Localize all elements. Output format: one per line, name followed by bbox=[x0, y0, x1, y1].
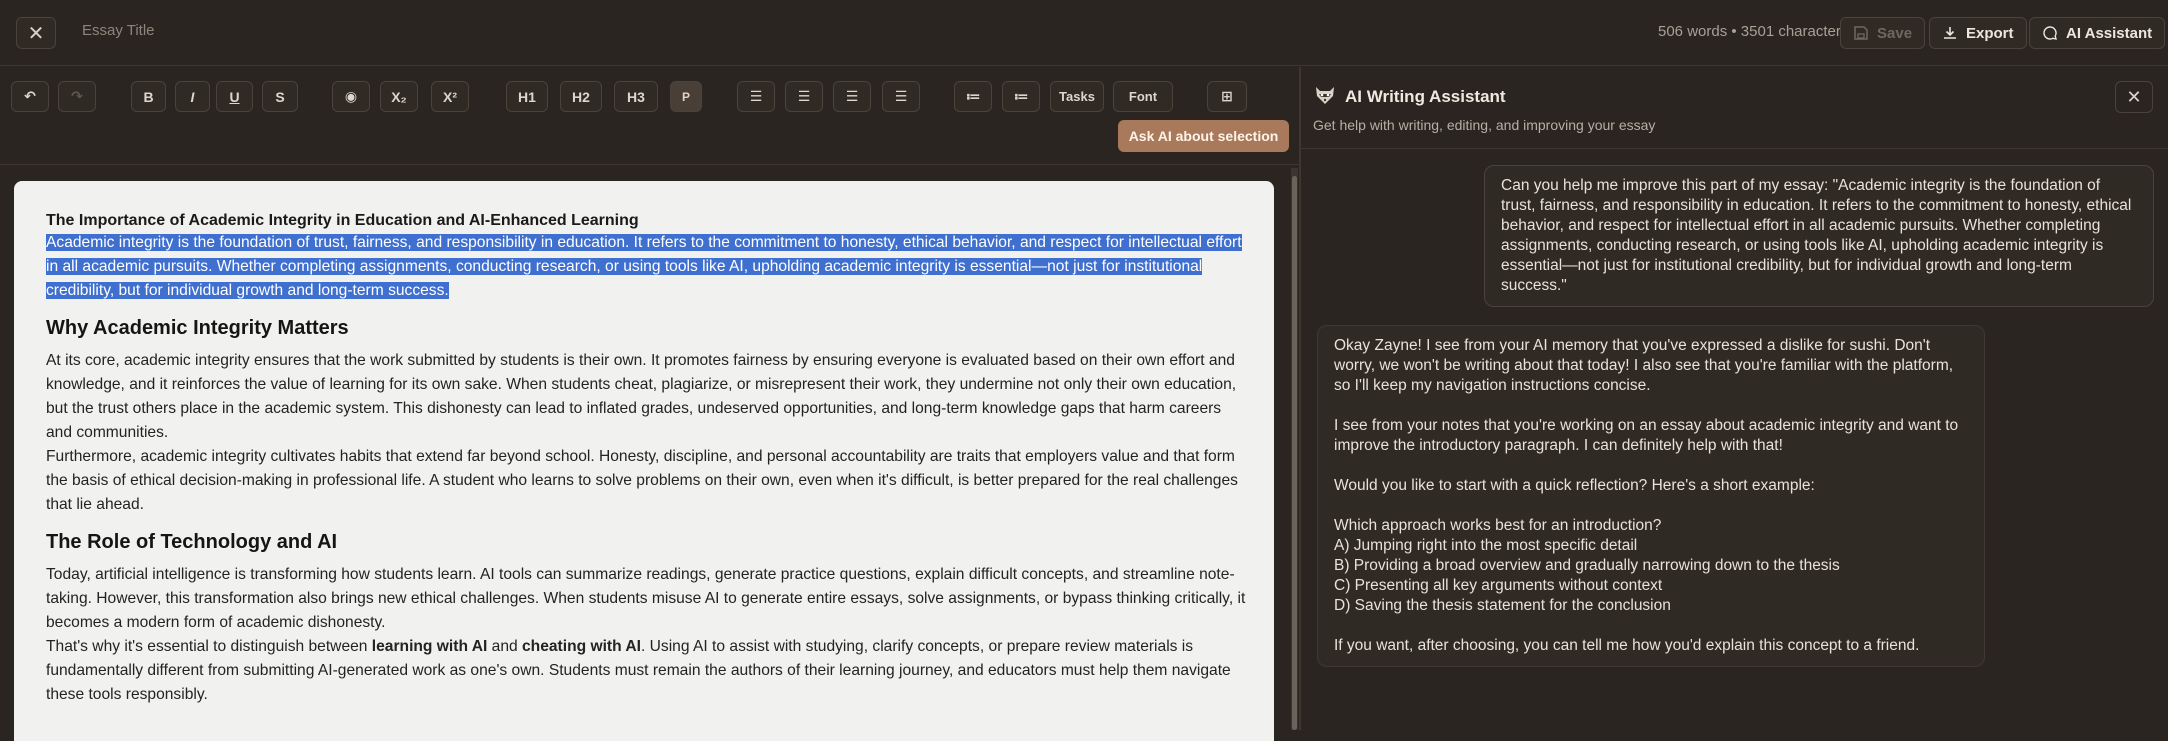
text-span: That's why it's essential to distinguish… bbox=[46, 638, 372, 655]
quiz-question: Which approach works best for an introdu… bbox=[1334, 517, 1662, 534]
ordered-list-button[interactable]: ≔ bbox=[1002, 81, 1040, 112]
ordered-list-icon: ≔ bbox=[1013, 88, 1029, 104]
subscript-button[interactable]: X₂ bbox=[380, 81, 418, 112]
essay-title-input[interactable]: Essay Title bbox=[82, 22, 155, 39]
quiz-option-c: C) Presenting all key arguments without … bbox=[1334, 577, 1663, 594]
ai-assistant-panel: AI Writing Assistant Get help with writi… bbox=[1301, 67, 2168, 730]
bullet-list-icon: ≔ bbox=[965, 88, 981, 104]
assistant-message: Okay Zayne! I see from your AI memory th… bbox=[1317, 325, 1985, 667]
paragraph-why-1: At its core, academic integrity ensures … bbox=[46, 352, 1237, 441]
strikethrough-button[interactable]: S bbox=[262, 81, 298, 112]
undo-button[interactable]: ↶ bbox=[11, 81, 49, 112]
table-icon: ⊞ bbox=[1221, 88, 1233, 104]
close-icon: ✕ bbox=[27, 22, 45, 45]
assistant-text: Okay Zayne! I see from your AI memory th… bbox=[1334, 337, 1954, 394]
align-left-button[interactable]: ☰ bbox=[737, 81, 775, 112]
paragraph-why-2: Furthermore, academic integrity cultivat… bbox=[46, 448, 1238, 513]
assistant-title: AI Writing Assistant bbox=[1345, 87, 1506, 106]
align-justify-button[interactable]: ☰ bbox=[882, 81, 920, 112]
heading1-button[interactable]: H1 bbox=[506, 81, 548, 112]
redo-button[interactable]: ↷ bbox=[58, 81, 96, 112]
bold-button[interactable]: B bbox=[131, 81, 166, 112]
close-assistant-button[interactable]: ✕ bbox=[2115, 81, 2153, 113]
align-center-button[interactable]: ☰ bbox=[785, 81, 823, 112]
ask-ai-about-selection-button[interactable]: Ask AI about selection bbox=[1118, 120, 1289, 152]
word-count: 506 words • 3501 characters bbox=[1658, 23, 1849, 40]
insert-table-button[interactable]: ⊞ bbox=[1207, 81, 1247, 112]
bullet-list-button[interactable]: ≔ bbox=[954, 81, 992, 112]
document-content[interactable]: The Importance of Academic Integrity in … bbox=[46, 211, 1246, 707]
quiz-option-b: B) Providing a broad overview and gradua… bbox=[1334, 557, 1840, 574]
quiz-option-d: D) Saving the thesis statement for the c… bbox=[1334, 597, 1671, 614]
editor-scrollbar-thumb[interactable] bbox=[1292, 176, 1297, 730]
align-left-icon: ☰ bbox=[749, 88, 763, 104]
save-button[interactable]: Save bbox=[1840, 17, 1926, 49]
ai-assistant-button[interactable]: AI Assistant bbox=[2029, 17, 2166, 49]
raccoon-logo-icon bbox=[1316, 87, 1334, 104]
heading3-button[interactable]: H3 bbox=[614, 81, 658, 112]
assistant-text: If you want, after choosing, you can tel… bbox=[1334, 637, 1920, 654]
align-right-button[interactable]: ☰ bbox=[833, 81, 871, 112]
text-span: and bbox=[487, 638, 522, 655]
assistant-subtitle: Get help with writing, editing, and impr… bbox=[1313, 117, 1656, 133]
selected-text[interactable]: Academic integrity is the foundation of … bbox=[46, 234, 1242, 299]
save-icon bbox=[1854, 26, 1868, 40]
paragraph-button[interactable]: P bbox=[670, 81, 702, 112]
underline-button[interactable]: U bbox=[216, 81, 253, 112]
bold-text: cheating with AI bbox=[522, 638, 641, 655]
close-icon: ✕ bbox=[2126, 86, 2142, 107]
text-color-button[interactable]: ◉ bbox=[332, 81, 370, 112]
assistant-text: Would you like to start with a quick ref… bbox=[1334, 477, 1815, 494]
export-button[interactable]: Export bbox=[1929, 17, 2027, 49]
assistant-text: I see from your notes that you're workin… bbox=[1334, 417, 1959, 454]
align-center-icon: ☰ bbox=[797, 88, 811, 104]
document-page[interactable]: The Importance of Academic Integrity in … bbox=[14, 181, 1274, 741]
heading-technology: The Role of Technology and AI bbox=[46, 531, 338, 553]
heading2-button[interactable]: H2 bbox=[560, 81, 602, 112]
user-message: Can you help me improve this part of my … bbox=[1484, 165, 2154, 307]
download-icon bbox=[1944, 27, 1956, 39]
undo-icon: ↶ bbox=[24, 88, 36, 104]
superscript-button[interactable]: X² bbox=[431, 81, 469, 112]
close-editor-button[interactable]: ✕ bbox=[16, 17, 56, 49]
font-button[interactable]: Font bbox=[1113, 81, 1173, 112]
assistant-header: AI Writing Assistant Get help with writi… bbox=[1301, 67, 2168, 149]
intro-paragraph: Academic integrity is the foundation of … bbox=[46, 231, 1246, 303]
quiz-block: Which approach works best for an introdu… bbox=[1334, 516, 1968, 616]
align-justify-icon: ☰ bbox=[894, 88, 908, 104]
italic-button[interactable]: I bbox=[175, 81, 210, 112]
chat-bubble-icon bbox=[2043, 26, 2057, 40]
palette-icon: ◉ bbox=[344, 88, 358, 104]
document-title: The Importance of Academic Integrity in … bbox=[46, 212, 639, 229]
paragraph-tech-1: Today, artificial intelligence is transf… bbox=[46, 566, 1246, 631]
quiz-option-a: A) Jumping right into the most specific … bbox=[1334, 537, 1638, 554]
editor-pane: ↶ ↷ B I U S ◉ X₂ X² H1 H2 H3 P ☰ ☰ ☰ ☰ ≔… bbox=[0, 67, 1300, 741]
align-right-icon: ☰ bbox=[845, 88, 859, 104]
formatting-toolbar: ↶ ↷ B I U S ◉ X₂ X² H1 H2 H3 P ☰ ☰ ☰ ☰ ≔… bbox=[0, 67, 1300, 165]
paragraph-tech-2: That's why it's essential to distinguish… bbox=[46, 635, 1246, 707]
redo-icon: ↷ bbox=[71, 88, 83, 104]
tasks-button[interactable]: Tasks bbox=[1050, 81, 1104, 112]
top-bar: ✕ Essay Title 506 words • 3501 character… bbox=[0, 0, 2168, 66]
bold-text: learning with AI bbox=[371, 638, 488, 655]
heading-why: Why Academic Integrity Matters bbox=[46, 317, 349, 339]
